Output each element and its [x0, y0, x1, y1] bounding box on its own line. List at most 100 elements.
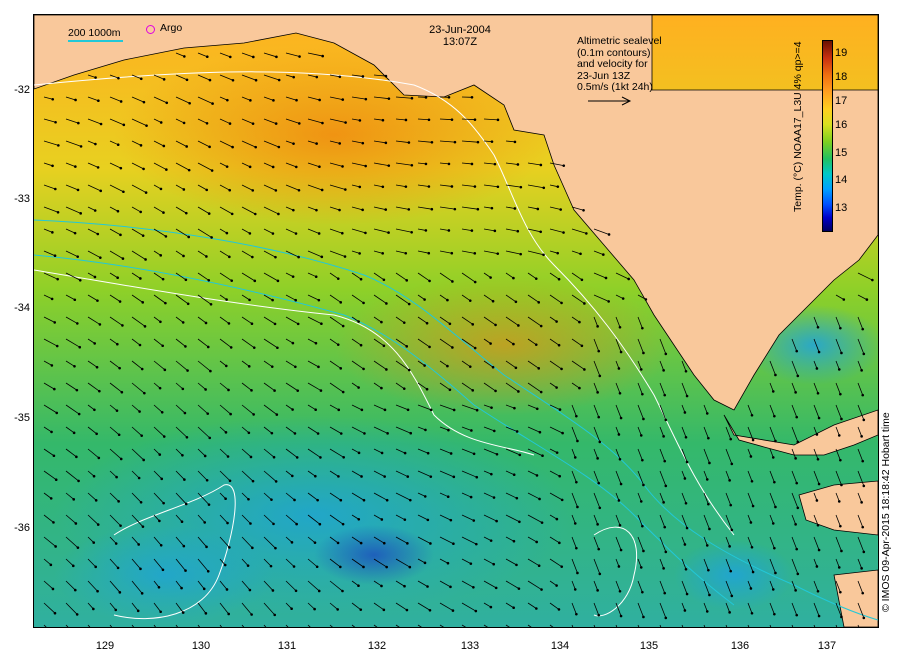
velocity-arrow-head: [871, 278, 874, 282]
velocity-arrow-head: [582, 208, 585, 212]
colorbar-tick: 15: [835, 147, 848, 159]
velocity-arrow-head: [471, 389, 475, 392]
velocity-arrow-head: [119, 166, 123, 170]
velocity-arrow-head: [230, 212, 234, 216]
velocity-arrow-head: [77, 479, 80, 483]
velocity-arrow-head: [53, 254, 57, 258]
velocity-arrow-head: [573, 588, 577, 591]
velocity-arrow-head: [493, 229, 497, 233]
velocity-arrow-head: [75, 455, 78, 459]
velocity-arrow-head: [117, 433, 121, 437]
velocity-arrow-head: [840, 483, 843, 487]
velocity-arrow-head: [489, 605, 493, 609]
longitude-label: 131: [277, 640, 297, 652]
velocity-arrow-head: [339, 498, 343, 502]
velocity-arrow-head: [203, 521, 207, 524]
velocity-arrow-head: [774, 571, 777, 575]
velocity-arrow-head: [539, 230, 542, 234]
velocity-arrow-head: [598, 440, 602, 444]
velocity-arrow-head: [407, 141, 411, 144]
velocity-arrow-head: [617, 499, 621, 502]
velocity-arrow-head: [358, 185, 362, 189]
velocity-arrow-head: [424, 229, 428, 232]
velocity-arrow-head: [360, 408, 364, 412]
velocity-arrow-head: [619, 482, 623, 486]
velocity-arrow-head: [862, 418, 866, 422]
velocity-arrow-head: [664, 418, 668, 422]
velocity-arrow-head: [429, 542, 432, 545]
velocity-arrow-head: [773, 612, 776, 616]
velocity-arrow-head: [580, 278, 584, 282]
velocity-arrow-head: [794, 391, 797, 394]
velocity-arrow-head: [141, 525, 145, 528]
velocity-arrow-head: [181, 454, 184, 457]
velocity-arrow-head: [773, 480, 776, 484]
velocity-arrow-head: [157, 585, 161, 589]
velocity-arrow-head: [515, 563, 518, 567]
velocity-arrow-head: [387, 164, 391, 167]
velocity-arrow-head: [708, 593, 711, 597]
velocity-arrow-head: [451, 609, 455, 612]
velocity-arrow-head: [380, 320, 383, 324]
velocity-arrow-head: [473, 280, 477, 284]
scale-arrow-icon: [588, 96, 632, 106]
velocity-arrow-head: [227, 612, 230, 616]
velocity-arrow-head: [49, 497, 53, 500]
velocity-arrow-head: [293, 432, 297, 435]
velocity-arrow-head: [182, 544, 186, 548]
velocity-arrow-head: [207, 279, 211, 282]
velocity-arrow-head: [137, 476, 141, 480]
velocity-arrow-head: [362, 367, 365, 371]
velocity-arrow-head: [119, 457, 123, 461]
velocity-arrow-head: [252, 413, 255, 416]
velocity-arrow-head: [447, 428, 450, 432]
velocity-arrow-head: [708, 527, 711, 531]
velocity-arrow-head: [381, 252, 384, 255]
velocity-arrow-head: [50, 430, 53, 434]
velocity-arrow-head: [542, 253, 545, 257]
velocity-arrow-head: [342, 456, 345, 459]
velocity-arrow-head: [318, 522, 322, 526]
velocity-arrow-head: [142, 167, 145, 171]
velocity-arrow-head: [226, 521, 229, 525]
velocity-arrow-head: [728, 545, 731, 548]
velocity-arrow-head: [816, 457, 820, 461]
velocity-arrow-head: [817, 548, 821, 552]
velocity-arrow-head: [122, 123, 126, 127]
velocity-arrow-head: [185, 211, 188, 215]
velocity-arrow-head: [494, 389, 497, 393]
velocity-arrow-head: [291, 408, 294, 411]
velocity-arrow-head: [816, 391, 820, 395]
velocity-arrow-head: [423, 561, 427, 565]
velocity-arrow-head: [95, 432, 98, 436]
velocity-arrow-head: [708, 461, 711, 465]
velocity-arrow-head: [470, 96, 474, 99]
velocity-arrow-head: [537, 564, 541, 567]
velocity-arrow-head: [292, 208, 295, 212]
velocity-arrow-head: [404, 185, 408, 188]
velocity-arrow-head: [774, 373, 777, 377]
velocity-arrow-head: [72, 431, 76, 435]
velocity-arrow-head: [228, 122, 232, 125]
sst-map[interactable]: [33, 14, 879, 628]
velocity-arrow-head: [53, 321, 57, 324]
velocity-arrow-head: [750, 413, 754, 417]
velocity-arrow-head: [382, 278, 386, 282]
velocity-arrow-head: [362, 565, 365, 569]
velocity-arrow-head: [228, 546, 231, 549]
velocity-arrow-head: [840, 615, 843, 619]
velocity-arrow-head: [619, 416, 623, 420]
velocity-arrow-head: [183, 411, 187, 415]
velocity-arrow-head: [403, 518, 407, 521]
latitude-label: -33: [14, 193, 30, 205]
velocity-arrow-head: [97, 99, 100, 103]
velocity-arrow-head: [560, 498, 564, 502]
velocity-arrow-head: [452, 408, 456, 412]
velocity-arrow-head: [424, 428, 427, 432]
velocity-arrow-head: [490, 472, 493, 476]
velocity-arrow-head: [116, 342, 119, 346]
velocity-arrow-head: [274, 122, 278, 125]
velocity-arrow-head: [449, 452, 453, 455]
velocity-arrow-head: [184, 278, 188, 282]
velocity-arrow-head: [99, 189, 103, 193]
